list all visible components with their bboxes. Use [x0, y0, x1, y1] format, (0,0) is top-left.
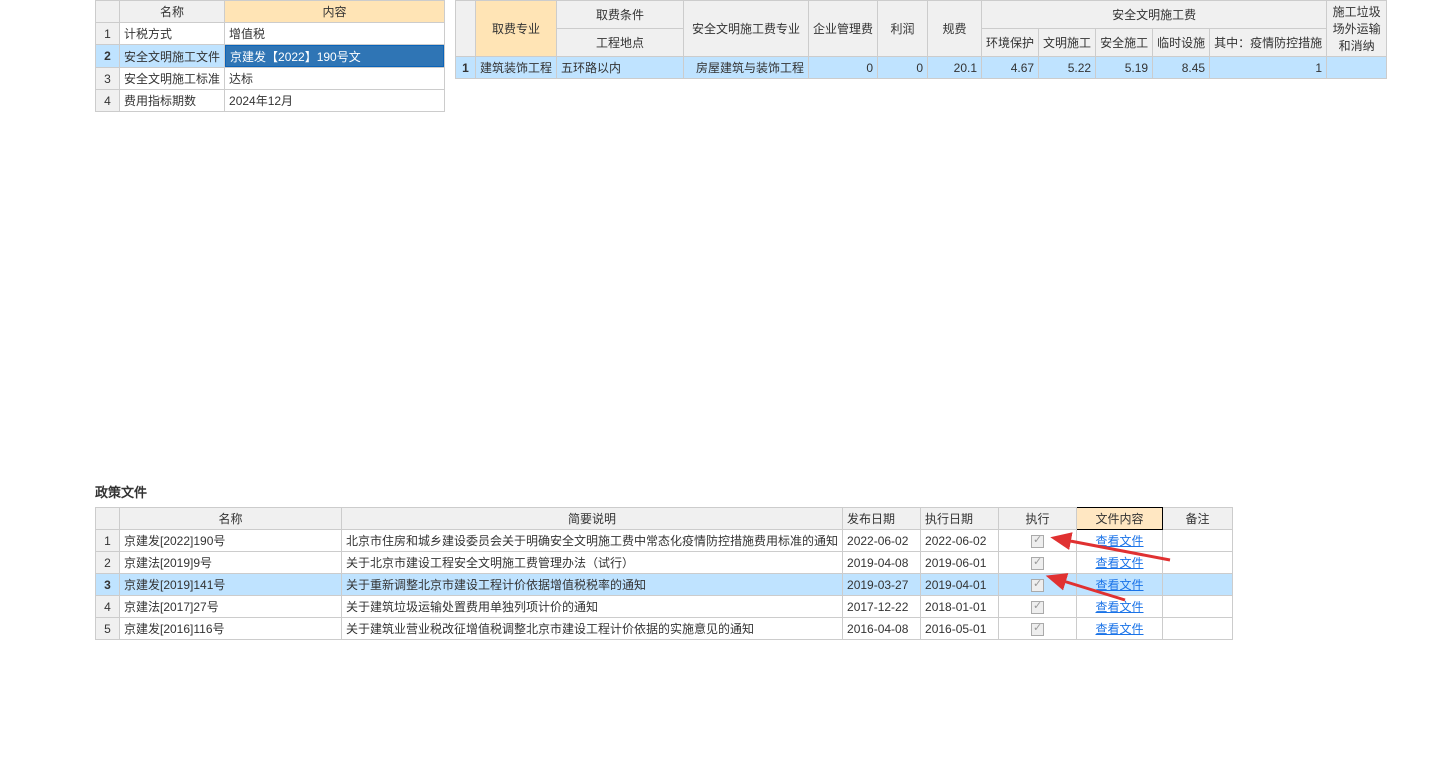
checkbox-icon[interactable] [1031, 579, 1044, 592]
policy-row[interactable]: 5 京建发[2016]116号 关于建筑业营业税改征增值税调整北京市建设工程计价… [96, 618, 1233, 640]
header-proj-loc: 工程地点 [557, 29, 684, 57]
header-fee-cond: 取费条件 [557, 1, 684, 29]
header-temp: 临时设施 [1153, 29, 1210, 57]
checkbox-icon[interactable] [1031, 623, 1044, 636]
header-ent-mgmt: 企业管理费 [809, 1, 878, 57]
cell-env[interactable]: 4.67 [982, 57, 1039, 79]
policy-desc: 关于北京市建设工程安全文明施工费管理办法（试行） [342, 552, 843, 574]
header-safety-group: 安全文明施工费 [982, 1, 1327, 29]
policy-header-exec: 执行 [999, 508, 1077, 530]
left-header-name: 名称 [120, 1, 225, 23]
policy-header-remark: 备注 [1163, 508, 1233, 530]
header-pandemic: 其中：疫情防控措施 [1210, 29, 1327, 57]
policy-file-cell: 查看文件 [1077, 618, 1163, 640]
header-garbage: 施工垃圾场外运输和消纳 [1327, 1, 1387, 57]
cell-fee-major[interactable]: 建筑装饰工程 [476, 57, 557, 79]
cell-proj-loc[interactable]: 五环路以内 [557, 57, 684, 79]
left-row[interactable]: 2 安全文明施工文件京建发【2022】190号文 [96, 45, 445, 68]
policy-header-pub: 发布日期 [843, 508, 921, 530]
cell-safety-major[interactable]: 房屋建筑与装饰工程 [684, 57, 809, 79]
policy-eff: 2019-06-01 [921, 552, 999, 574]
rownum: 3 [96, 68, 120, 90]
policy-files-table[interactable]: 名称 简要说明 发布日期 执行日期 执行 文件内容 备注 1 京建发[2022]… [95, 507, 1233, 640]
header-civil: 文明施工 [1039, 29, 1096, 57]
name-cell: 安全文明施工标准 [120, 68, 225, 90]
rownum-header [96, 1, 120, 23]
checkbox-icon[interactable] [1031, 557, 1044, 570]
policy-pub: 2017-12-22 [843, 596, 921, 618]
cell-regfee[interactable]: 20.1 [928, 57, 982, 79]
content-cell[interactable]: 达标 [225, 68, 445, 90]
right-rates-table[interactable]: 取费专业 取费条件 安全文明施工费专业 企业管理费 利润 规费 安全文明施工费 … [455, 0, 1387, 79]
policy-eff: 2019-04-01 [921, 574, 999, 596]
content-input[interactable]: 京建发【2022】190号文 [225, 45, 444, 67]
rownum: 2 [96, 45, 120, 68]
policy-pub: 2022-06-02 [843, 530, 921, 552]
name-cell: 计税方式 [120, 23, 225, 45]
policy-desc: 关于重新调整北京市建设工程计价依据增值税税率的通知 [342, 574, 843, 596]
cell-civil[interactable]: 5.22 [1039, 57, 1096, 79]
cell-safe[interactable]: 5.19 [1096, 57, 1153, 79]
policy-name: 京建发[2016]116号 [120, 618, 342, 640]
rownum: 2 [96, 552, 120, 574]
rownum: 3 [96, 574, 120, 596]
left-header-content: 内容 [225, 1, 445, 23]
policy-pub: 2019-04-08 [843, 552, 921, 574]
header-profit: 利润 [878, 1, 928, 57]
policy-eff: 2022-06-02 [921, 530, 999, 552]
policy-remark [1163, 618, 1233, 640]
cell-ent-mgmt[interactable]: 0 [809, 57, 878, 79]
checkbox-icon[interactable] [1031, 601, 1044, 614]
rownum: 4 [96, 596, 120, 618]
name-cell: 安全文明施工文件 [120, 45, 225, 68]
cell-profit[interactable]: 0 [878, 57, 928, 79]
policy-remark [1163, 574, 1233, 596]
checkbox-icon[interactable] [1031, 535, 1044, 548]
policy-remark [1163, 596, 1233, 618]
rownum: 1 [96, 23, 120, 45]
policy-eff: 2016-05-01 [921, 618, 999, 640]
right-row[interactable]: 1 建筑装饰工程 五环路以内 房屋建筑与装饰工程 0 0 20.1 4.67 5… [456, 57, 1387, 79]
rownum-header [96, 508, 120, 530]
policy-name: 京建法[2019]9号 [120, 552, 342, 574]
policy-pub: 2019-03-27 [843, 574, 921, 596]
header-safety-major: 安全文明施工费专业 [684, 1, 809, 57]
policy-desc: 关于建筑垃圾运输处置费用单独列项计价的通知 [342, 596, 843, 618]
header-env: 环境保护 [982, 29, 1039, 57]
policy-section-title: 政策文件 [95, 482, 1445, 501]
policy-exec[interactable] [999, 618, 1077, 640]
content-cell[interactable]: 2024年12月 [225, 90, 445, 112]
content-cell[interactable]: 增值税 [225, 23, 445, 45]
policy-header-eff: 执行日期 [921, 508, 999, 530]
policy-header-file: 文件内容 [1077, 508, 1163, 530]
rownum: 5 [96, 618, 120, 640]
name-cell: 费用指标期数 [120, 90, 225, 112]
cell-garbage[interactable] [1327, 57, 1387, 79]
policy-name: 京建发[2019]141号 [120, 574, 342, 596]
policy-header-desc: 简要说明 [342, 508, 843, 530]
rownum: 1 [456, 57, 476, 79]
rownum: 1 [96, 530, 120, 552]
policy-desc: 北京市住房和城乡建设委员会关于明确安全文明施工费中常态化疫情防控措施费用标准的通… [342, 530, 843, 552]
rownum-header [456, 1, 476, 57]
left-row[interactable]: 4 费用指标期数2024年12月 [96, 90, 445, 112]
header-safe: 安全施工 [1096, 29, 1153, 57]
rownum: 4 [96, 90, 120, 112]
view-file-link[interactable]: 查看文件 [1096, 622, 1144, 636]
left-parameters-table[interactable]: 名称 内容 1 计税方式增值税2 安全文明施工文件京建发【2022】190号文3… [95, 0, 445, 112]
policy-name: 京建法[2017]27号 [120, 596, 342, 618]
header-fee-major: 取费专业 [476, 1, 557, 57]
header-regfee: 规费 [928, 1, 982, 57]
policy-eff: 2018-01-01 [921, 596, 999, 618]
cell-temp[interactable]: 8.45 [1153, 57, 1210, 79]
policy-desc: 关于建筑业营业税改征增值税调整北京市建设工程计价依据的实施意见的通知 [342, 618, 843, 640]
policy-header-name: 名称 [120, 508, 342, 530]
policy-name: 京建发[2022]190号 [120, 530, 342, 552]
left-row[interactable]: 3 安全文明施工标准达标 [96, 68, 445, 90]
left-row[interactable]: 1 计税方式增值税 [96, 23, 445, 45]
policy-pub: 2016-04-08 [843, 618, 921, 640]
cell-pandemic[interactable]: 1 [1210, 57, 1327, 79]
